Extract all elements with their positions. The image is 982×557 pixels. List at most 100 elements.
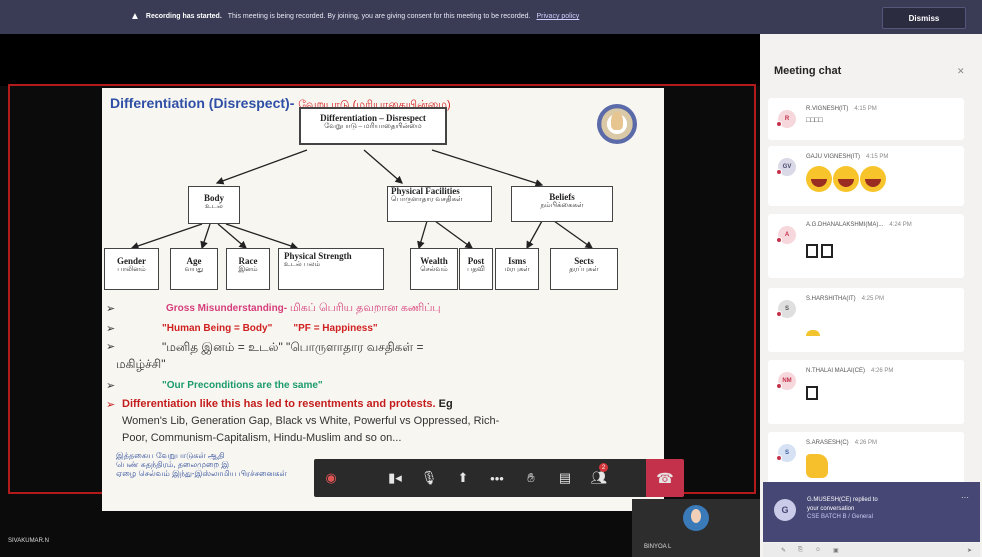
bullet-row-1: ➢ Gross Misunderstanding- மிகப் பெரிய தவ… <box>106 302 441 316</box>
toast-line1: G.MUSESH(CE) replied to <box>807 497 878 503</box>
bullet-arrow-icon: ➢ <box>106 323 116 335</box>
box-physical-strength: Physical Strength உடல் பலம் <box>278 248 384 290</box>
dismiss-button[interactable]: Dismiss <box>882 7 966 29</box>
message-body <box>806 244 836 261</box>
thumbs-up-emoji-icon <box>806 454 828 478</box>
send-icon[interactable]: ➤ <box>967 547 972 554</box>
avatar: S <box>776 300 796 318</box>
attach-icon[interactable]: ⎘ <box>798 547 803 554</box>
message-time: 4:15 PM <box>854 106 877 112</box>
chat-message[interactable]: NM N.THALAI MALAI(CE) 4:26 PM <box>768 360 964 424</box>
box-beliefs: Beliefs நம்பிக்கைகள் <box>511 186 613 222</box>
bullet2b: "PF = Happiness" <box>293 323 378 334</box>
close-icon[interactable]: ✕ <box>957 66 965 77</box>
bullet-row-5: ➢ Differentiation like this has led to r… <box>106 398 453 411</box>
top-box: Differentiation – Disrespect வேறுபாடு – … <box>299 107 447 145</box>
sender-name: GAJU VIGNESH(IT) <box>806 154 861 160</box>
bullet2a: "Human Being = Body" <box>162 323 273 334</box>
message-body <box>806 386 821 403</box>
laugh-emoji-icon <box>833 166 859 192</box>
box-race: Race இனம் <box>226 248 270 290</box>
bullet3-line2: மகிழ்ச்சி" <box>116 357 166 371</box>
raise-hand-icon[interactable]: ✋︎ <box>514 459 548 497</box>
chat-message[interactable]: A A.G.DHANALAKSHMI(MA)... 4:24 PM <box>768 214 964 278</box>
participants-icon[interactable]: 👥︎ 2 <box>582 459 616 497</box>
privacy-policy-link[interactable]: Privacy policy <box>537 13 580 20</box>
recording-banner: ▲ Recording has started. This meeting is… <box>0 0 982 34</box>
bullet-arrow-icon: ➢ <box>106 399 116 411</box>
self-video-tile: BINYOA L <box>632 499 760 557</box>
message-time: 4:24 PM <box>889 222 912 228</box>
bottom-ta-3: ஏழை செல்வம் இந்து-இஸ்லாமிய பிரச்சனைகள் <box>116 468 287 478</box>
format-icon[interactable]: ✎ <box>781 547 786 554</box>
bullet-row-5b: Women's Lib, Generation Gap, Black vs Wh… <box>106 415 499 427</box>
chat-message[interactable]: S S.HARSHITHA(IT) 4:25 PM <box>768 288 964 352</box>
message-time: 4:26 PM <box>871 368 894 374</box>
avatar: S <box>776 444 796 462</box>
box-gender: Gender பாலினம் <box>104 248 159 290</box>
meeting-chat-panel: Meeting chat ✕ R R.VIGNESH(IT) 4:15 PM □□… <box>760 34 982 557</box>
box-post: Post பதவி <box>459 248 493 290</box>
share-icon[interactable]: ⬆︎ <box>446 459 480 497</box>
chat-message[interactable]: R R.VIGNESH(IT) 4:15 PM □□□□ <box>768 98 964 140</box>
message-body <box>806 166 887 195</box>
chat-icon[interactable]: ▤ <box>548 459 582 497</box>
banner-title: Recording has started. <box>145 13 222 20</box>
box-body-en: Body <box>203 193 224 203</box>
bullet-row-4: ➢ "Our Preconditions are the same" <box>106 379 323 392</box>
bullet-arrow-icon: ➢ <box>106 380 116 392</box>
emoji-icon[interactable]: ☺ <box>815 547 821 553</box>
laugh-emoji-icon <box>806 166 832 192</box>
compose-toolbar: ✎ ⎘ ☺ ▣ ➤ <box>763 543 980 557</box>
avatar: NM <box>776 372 796 390</box>
message-time: 4:15 PM <box>866 154 889 160</box>
more-icon[interactable]: ••• <box>480 459 514 497</box>
box-post-ta: பதவி <box>467 265 485 274</box>
self-avatar <box>683 505 709 531</box>
bullet5-line2: Women's Lib, Generation Gap, Black vs Wh… <box>122 415 500 427</box>
bullet1-ta: மிகப் பெரிய தவறான கணிப்பு <box>289 302 441 314</box>
avatar: G <box>774 499 796 521</box>
top-box-ta: வேறுபாடு – மரியாதையின்மை <box>324 122 422 131</box>
box-physical-strength-ta: உடல் பலம் <box>284 260 321 269</box>
bullet5-red: Differentiation like this has led to res… <box>122 398 436 410</box>
sender-name: A.G.DHANALAKSHMI(MA)... <box>806 222 884 228</box>
message-time: 4:25 PM <box>861 296 885 302</box>
bullet1-en: Gross Misunderstanding- <box>166 303 288 314</box>
bullet-arrow-icon: ➢ <box>106 341 116 353</box>
hangup-icon[interactable]: ☎︎ <box>646 459 684 497</box>
box-wealth: Wealth செல்வம் <box>410 248 458 290</box>
laugh-emoji-icon <box>860 166 886 192</box>
box-physical-facilities: Physical Facilities பொருளாதார வசதிகள் <box>387 186 492 222</box>
box-age-en: Age <box>186 256 202 266</box>
bullet-arrow-icon: ➢ <box>106 303 116 315</box>
more-options-icon[interactable]: ⋯ <box>961 493 969 502</box>
chat-message[interactable]: GV GAJU VIGNESH(IT) 4:15 PM <box>768 146 964 206</box>
box-wealth-ta: செல்வம் <box>420 265 448 274</box>
reply-notification[interactable]: G G.MUSESH(CE) replied to your conversat… <box>763 482 980 542</box>
box-race-en: Race <box>238 256 258 266</box>
toast-line2: your conversation <box>807 505 855 512</box>
record-icon[interactable]: ◉ <box>314 459 348 497</box>
box-isms: Isms மரபுகள் <box>495 248 539 290</box>
mic-icon[interactable]: 🎙︎ <box>412 459 446 497</box>
banner-content: ▲ Recording has started. This meeting is… <box>130 11 579 22</box>
box-body-ta: உடல் <box>205 202 223 211</box>
box-gender-ta: பாலினம் <box>117 265 146 274</box>
status-dot <box>776 383 782 389</box>
shared-slide: Differentiation (Disrespect)- வேறுபாடு (… <box>102 88 664 511</box>
bullet5-eg: Eg <box>438 398 453 410</box>
banner-message: This meeting is being recorded. By joini… <box>227 13 531 20</box>
sender-name: N.THALAI MALAI(CE) <box>806 368 866 374</box>
toast-line3: CSE BATCH B / General <box>807 514 873 521</box>
camera-icon[interactable]: ▮◂ <box>378 459 412 497</box>
box-age: Age வயது <box>170 248 218 290</box>
bullet-row-3: ➢ "மனித இனம் = உடல்" "பொருளாதார வசதிகள் … <box>106 340 424 356</box>
stage-top-area <box>0 34 760 86</box>
participants-badge: 2 <box>599 463 608 472</box>
box-sects: Sects தரப்புகள் <box>550 248 618 290</box>
gif-icon[interactable]: ▣ <box>833 547 839 554</box>
bullet5-line3: Poor, Communism-Capitalism, Hindu-Muslim… <box>122 432 402 444</box>
box-gender-en: Gender <box>117 256 146 266</box>
self-name: BINYOA L <box>644 544 672 550</box>
